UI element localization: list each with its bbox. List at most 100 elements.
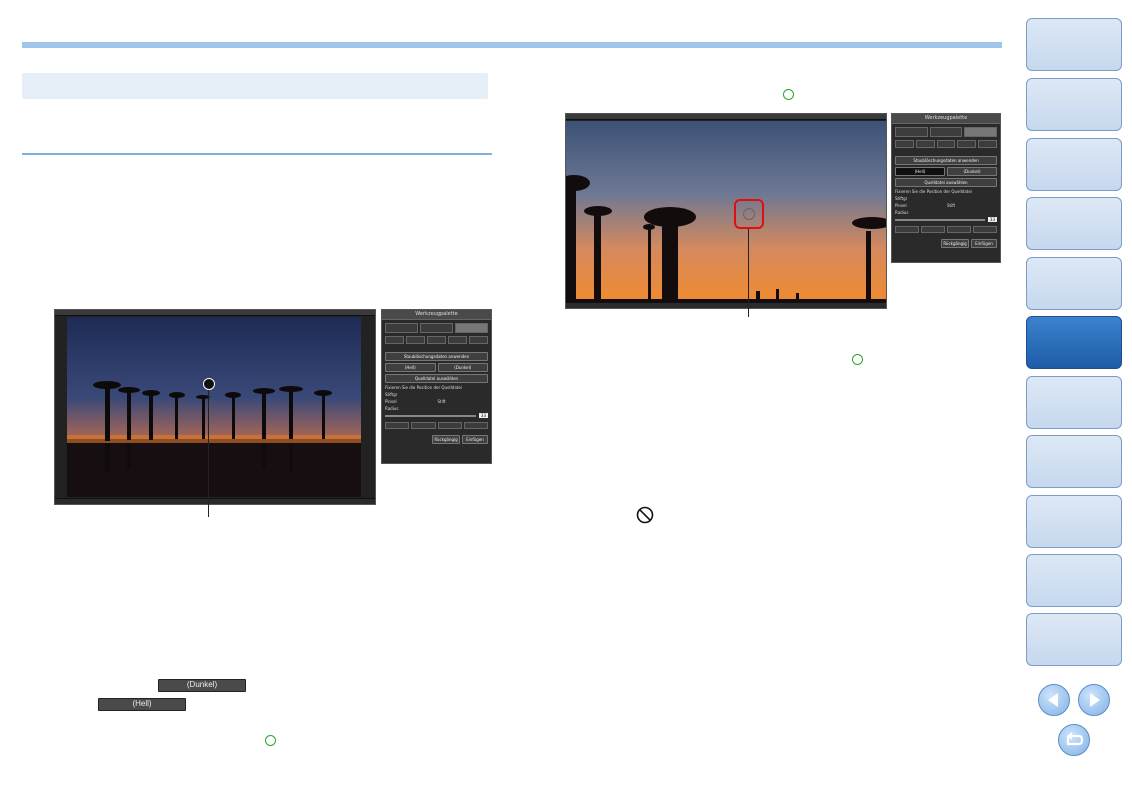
shape-pinsel-radio[interactable]: Pinsel: [385, 399, 436, 404]
nav-tab-1[interactable]: [1026, 18, 1122, 71]
apply-dust-data-button[interactable]: Staublöschungsdaten anwenden: [895, 156, 997, 165]
dunkel-button[interactable]: (Dunkel): [437, 363, 488, 372]
menu-bar: [55, 310, 375, 316]
shape-options: Pinsel Stift: [895, 203, 997, 208]
size-presets: [385, 422, 488, 429]
callout-line: [208, 390, 209, 517]
select-source-button[interactable]: Quelldatei auswählen: [895, 178, 997, 187]
palette-tab-active[interactable]: [964, 127, 998, 137]
shape-label: Stiftgr: [385, 392, 398, 397]
paste-button[interactable]: Einfügen: [462, 435, 488, 444]
dunkel-button-sample: (Dunkel): [158, 679, 246, 692]
palette-subtabs: [385, 336, 488, 344]
section-divider: [22, 153, 492, 155]
size-preset[interactable]: [463, 422, 488, 429]
palette-subtab[interactable]: [915, 140, 935, 148]
undo-button[interactable]: Rückgängig: [941, 239, 969, 248]
size-preset[interactable]: [411, 422, 436, 429]
radius-slider[interactable]: [385, 414, 476, 417]
size-preset[interactable]: [385, 422, 410, 429]
nav-tab-4[interactable]: [1026, 197, 1122, 250]
palette-subtab[interactable]: [406, 336, 425, 344]
shape-stift-radio[interactable]: Stift: [947, 203, 997, 208]
baobab-sunset-photo: [566, 121, 886, 302]
return-button[interactable]: [1058, 724, 1090, 756]
paste-button[interactable]: Einfügen: [971, 239, 997, 248]
radius-slider[interactable]: [895, 218, 985, 221]
palette-tab-active[interactable]: [455, 323, 488, 333]
prev-page-button[interactable]: [1038, 684, 1070, 716]
radius-label: Radius: [385, 406, 399, 411]
nav-tab-11[interactable]: [1026, 613, 1122, 666]
sub-section-header: [22, 73, 488, 99]
nav-tab-2[interactable]: [1026, 78, 1122, 131]
hell-button[interactable]: (Hell): [385, 363, 436, 372]
palette-subtab[interactable]: [448, 336, 467, 344]
nav-tab-5[interactable]: [1026, 257, 1122, 310]
palette-title: Werkzeugpalette: [382, 310, 491, 320]
status-bar: [566, 302, 886, 308]
hell-button-sample: (Hell): [98, 698, 186, 711]
callout-line: [748, 229, 749, 317]
size-preset[interactable]: [947, 226, 971, 233]
shape-label: Stiftgr: [895, 196, 908, 201]
nav-tab-10[interactable]: [1026, 554, 1122, 607]
return-icon: [1066, 732, 1084, 746]
right-image-window: [565, 113, 887, 309]
palette-title: Werkzeugpalette: [892, 114, 1000, 124]
baobab-dusk-photo: [67, 317, 361, 497]
nav-tab-9[interactable]: [1026, 495, 1122, 548]
palette-tab[interactable]: [385, 323, 418, 333]
next-page-button[interactable]: [1078, 684, 1110, 716]
size-presets: [895, 226, 997, 233]
palette-subtab[interactable]: [936, 140, 956, 148]
palette-tab[interactable]: [929, 127, 963, 137]
left-image-window: [54, 309, 376, 505]
green-circle-icon: [783, 89, 794, 100]
brush-cursor-icon: [743, 208, 755, 220]
size-preset[interactable]: [973, 226, 997, 233]
palette-footer: Rückgängig Einfügen: [385, 435, 488, 444]
radius-value[interactable]: 33: [478, 413, 488, 418]
hell-dunkel-row: (Hell) (Dunkel): [385, 363, 488, 372]
apply-dust-data-button[interactable]: Staublöschungsdaten anwenden: [385, 352, 488, 361]
hell-dunkel-row: (Hell) (Dunkel): [895, 167, 997, 176]
brush-cursor-icon: [203, 378, 215, 390]
size-preset[interactable]: [437, 422, 462, 429]
status-bar: [55, 498, 375, 504]
size-preset[interactable]: [921, 226, 945, 233]
left-tool-palette: Werkzeugpalette Staublöschungsdaten anwe…: [381, 309, 492, 464]
fix-source-checkbox[interactable]: Fixieren Sie die Position der Quelldatei: [385, 385, 488, 390]
radius-value[interactable]: 33: [987, 217, 997, 222]
fix-source-checkbox[interactable]: Fixieren Sie die Position der Quelldatei: [895, 189, 997, 194]
arrow-left-icon: [1048, 693, 1058, 707]
shape-stift-radio[interactable]: Stift: [438, 399, 489, 404]
palette-subtab[interactable]: [895, 140, 914, 148]
dunkel-button[interactable]: (Dunkel): [947, 167, 997, 176]
size-preset[interactable]: [895, 226, 919, 233]
palette-subtab[interactable]: [469, 336, 488, 344]
prohibited-icon: [636, 506, 654, 524]
palette-subtabs: [895, 140, 997, 148]
palette-footer: Rückgängig Einfügen: [895, 239, 997, 248]
nav-tab-6-active[interactable]: [1026, 316, 1122, 369]
shape-pinsel-radio[interactable]: Pinsel: [895, 203, 945, 208]
palette-subtab[interactable]: [385, 336, 404, 344]
radius-label: Radius: [895, 210, 909, 215]
shape-options: Pinsel Stift: [385, 399, 488, 404]
hell-button[interactable]: (Hell): [895, 167, 945, 176]
top-accent-bar: [22, 42, 1002, 48]
palette-subtab[interactable]: [978, 140, 997, 148]
select-source-button[interactable]: Quelldatei auswählen: [385, 374, 488, 383]
menu-bar: [566, 114, 886, 120]
nav-tab-8[interactable]: [1026, 435, 1122, 488]
palette-subtab[interactable]: [957, 140, 977, 148]
palette-tab[interactable]: [895, 127, 928, 137]
green-circle-icon: [265, 735, 276, 746]
right-tool-palette: Werkzeugpalette Staublöschungsdaten anwe…: [891, 113, 1001, 263]
palette-tab[interactable]: [420, 323, 453, 333]
nav-tab-7[interactable]: [1026, 376, 1122, 429]
nav-tab-3[interactable]: [1026, 138, 1122, 191]
undo-button[interactable]: Rückgängig: [432, 435, 460, 444]
palette-subtab[interactable]: [427, 336, 446, 344]
